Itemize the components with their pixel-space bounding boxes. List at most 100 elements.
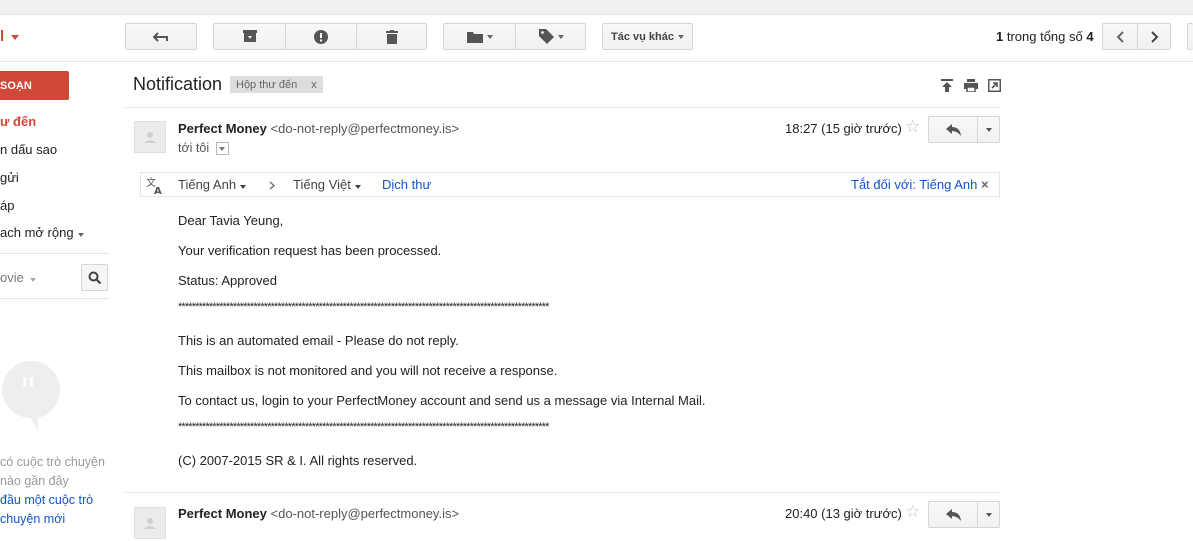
reply-icon [945, 508, 961, 521]
close-icon[interactable]: × [981, 177, 989, 192]
show-details-button[interactable] [215, 142, 229, 156]
separator-line: ****************************************… [178, 301, 549, 313]
older-button[interactable] [1138, 24, 1171, 49]
label-chip-inbox[interactable]: Hộp thư đến x [230, 76, 323, 93]
hangouts-empty-text: có cuộc trò chuyện nào gần đây [0, 453, 105, 491]
sender-name: Perfect Money [178, 121, 267, 136]
chevron-down-icon [985, 512, 992, 517]
more-actions-label: Tác vụ khác [611, 30, 674, 43]
chevron-down-icon [677, 34, 684, 39]
hangouts-user-menu[interactable]: ovie [0, 270, 36, 285]
sidebar-item-label: n dấu sao [0, 142, 58, 157]
recipient-line: tới tôi [178, 141, 229, 156]
back-button[interactable] [125, 23, 197, 50]
sender[interactable]: Perfect Money <do-not-reply@perfectmoney… [178, 506, 459, 521]
target-language-select[interactable]: Tiếng Việt [293, 177, 361, 192]
hangouts-link-line: đầu một cuộc trò [0, 493, 94, 507]
report-spam-button[interactable] [286, 24, 356, 49]
svg-text:": " [20, 372, 37, 413]
turn-off-translation-link[interactable]: Tắt đối với: Tiếng Anh [851, 177, 977, 192]
reply-icon [945, 123, 961, 136]
delete-button[interactable] [357, 24, 427, 49]
hangouts-quote-icon: " [0, 360, 62, 432]
new-window-icon[interactable] [988, 79, 1001, 92]
newer-button[interactable] [1103, 24, 1137, 49]
body-line: This mailbox is not monitored and you wi… [178, 363, 558, 378]
translate-bar: 文 A Tiếng Anh Tiếng Việt Dịch thư Tắt đố… [140, 172, 1000, 197]
sidebar-item-label: ach mở rộng [0, 225, 74, 240]
sidebar-item-drafts[interactable]: áp [0, 198, 14, 213]
translate-icon: 文 A [146, 176, 162, 194]
translate-message-link[interactable]: Dịch thư [382, 177, 431, 192]
reply-button[interactable] [929, 117, 977, 142]
trash-icon [386, 29, 398, 44]
avatar[interactable] [134, 507, 166, 539]
top-bar [0, 0, 1193, 15]
reply-button[interactable] [929, 502, 977, 527]
sidebar-item-label: áp [0, 198, 15, 213]
chevron-down-icon [985, 127, 992, 132]
message-time: 18:27 (15 giờ trước) [785, 121, 902, 136]
message-time: 20:40 (13 giờ trước) [785, 506, 902, 521]
brand-mail-text: l [0, 28, 5, 45]
move-to-button[interactable] [444, 24, 515, 49]
chevron-down-icon [29, 278, 36, 282]
label-remove-icon[interactable]: x [311, 79, 317, 91]
body-line: Your verification request has been proce… [178, 243, 442, 258]
avatar[interactable] [134, 121, 166, 153]
chevron-down-icon [77, 233, 84, 237]
svg-text:A: A [154, 186, 162, 194]
chevron-down-icon [354, 185, 361, 189]
status-line: Status: Approved [178, 273, 278, 288]
archive-button[interactable] [214, 24, 285, 49]
chevron-down-icon [240, 185, 247, 189]
star-icon[interactable]: ☆ [905, 502, 920, 522]
brand-dropdown-icon [11, 34, 20, 40]
sidebar-divider [0, 253, 109, 254]
spam-icon [314, 29, 328, 44]
chevron-down-icon [557, 34, 564, 39]
source-language-select[interactable]: Tiếng Anh [178, 177, 247, 192]
archive-icon [242, 30, 257, 42]
more-options-button[interactable] [978, 502, 999, 527]
expand-all-icon[interactable] [941, 79, 953, 92]
print-icon[interactable] [964, 79, 978, 92]
chevron-left-icon [1116, 30, 1124, 43]
star-icon[interactable]: ☆ [905, 117, 920, 137]
hangouts-start-link[interactable]: đầu một cuộc trò chuyện mới [0, 491, 93, 529]
pager-group [1102, 23, 1171, 50]
label-chip-text: Hộp thư đến [236, 78, 298, 91]
hangouts-link-line: chuyện mới [0, 512, 66, 526]
recipient-text: tới tôi [178, 141, 210, 155]
sidebar-item-more[interactable]: ach mở rộng [0, 225, 84, 240]
separator-line: ****************************************… [178, 421, 549, 433]
chevron-right-icon [1150, 30, 1158, 43]
pager-middle: trong tổng số [1003, 29, 1087, 44]
compose-button[interactable]: SOẠN [0, 71, 69, 100]
sender-email: <do-not-reply@perfectmoney.is> [270, 506, 460, 521]
sender-name: Perfect Money [178, 506, 267, 521]
more-options-button[interactable] [978, 117, 999, 142]
more-actions-button[interactable]: Tác vụ khác [602, 23, 693, 50]
hangouts-empty-line: có cuộc trò chuyện [0, 455, 105, 469]
copyright-line: (C) 2007-2015 SR & I. All rights reserve… [178, 453, 418, 468]
tag-icon [538, 29, 554, 44]
chevron-down-icon [218, 147, 225, 152]
sidebar-item-label: ư đến [0, 114, 37, 129]
folder-icon [466, 31, 483, 43]
sender-email: <do-not-reply@perfectmoney.is> [270, 121, 460, 136]
settings-button-edge[interactable] [1187, 23, 1193, 50]
brand-mail-label[interactable]: l [0, 28, 20, 45]
thread-subject: Notification [133, 74, 223, 94]
reply-button-group [928, 501, 1000, 528]
person-icon [144, 132, 156, 143]
labels-button[interactable] [516, 24, 586, 49]
pager-total: 4 [1086, 29, 1094, 44]
hangouts-search-button[interactable] [81, 264, 108, 291]
sidebar-item-sent[interactable]: gửi [0, 170, 19, 185]
sidebar-item-starred[interactable]: n dấu sao [0, 142, 57, 157]
toolbar-divider [0, 61, 1193, 62]
sender[interactable]: Perfect Money <do-not-reply@perfectmoney… [178, 121, 459, 136]
chevron-right-icon [269, 181, 275, 190]
sidebar-item-inbox[interactable]: ư đến [0, 114, 36, 129]
